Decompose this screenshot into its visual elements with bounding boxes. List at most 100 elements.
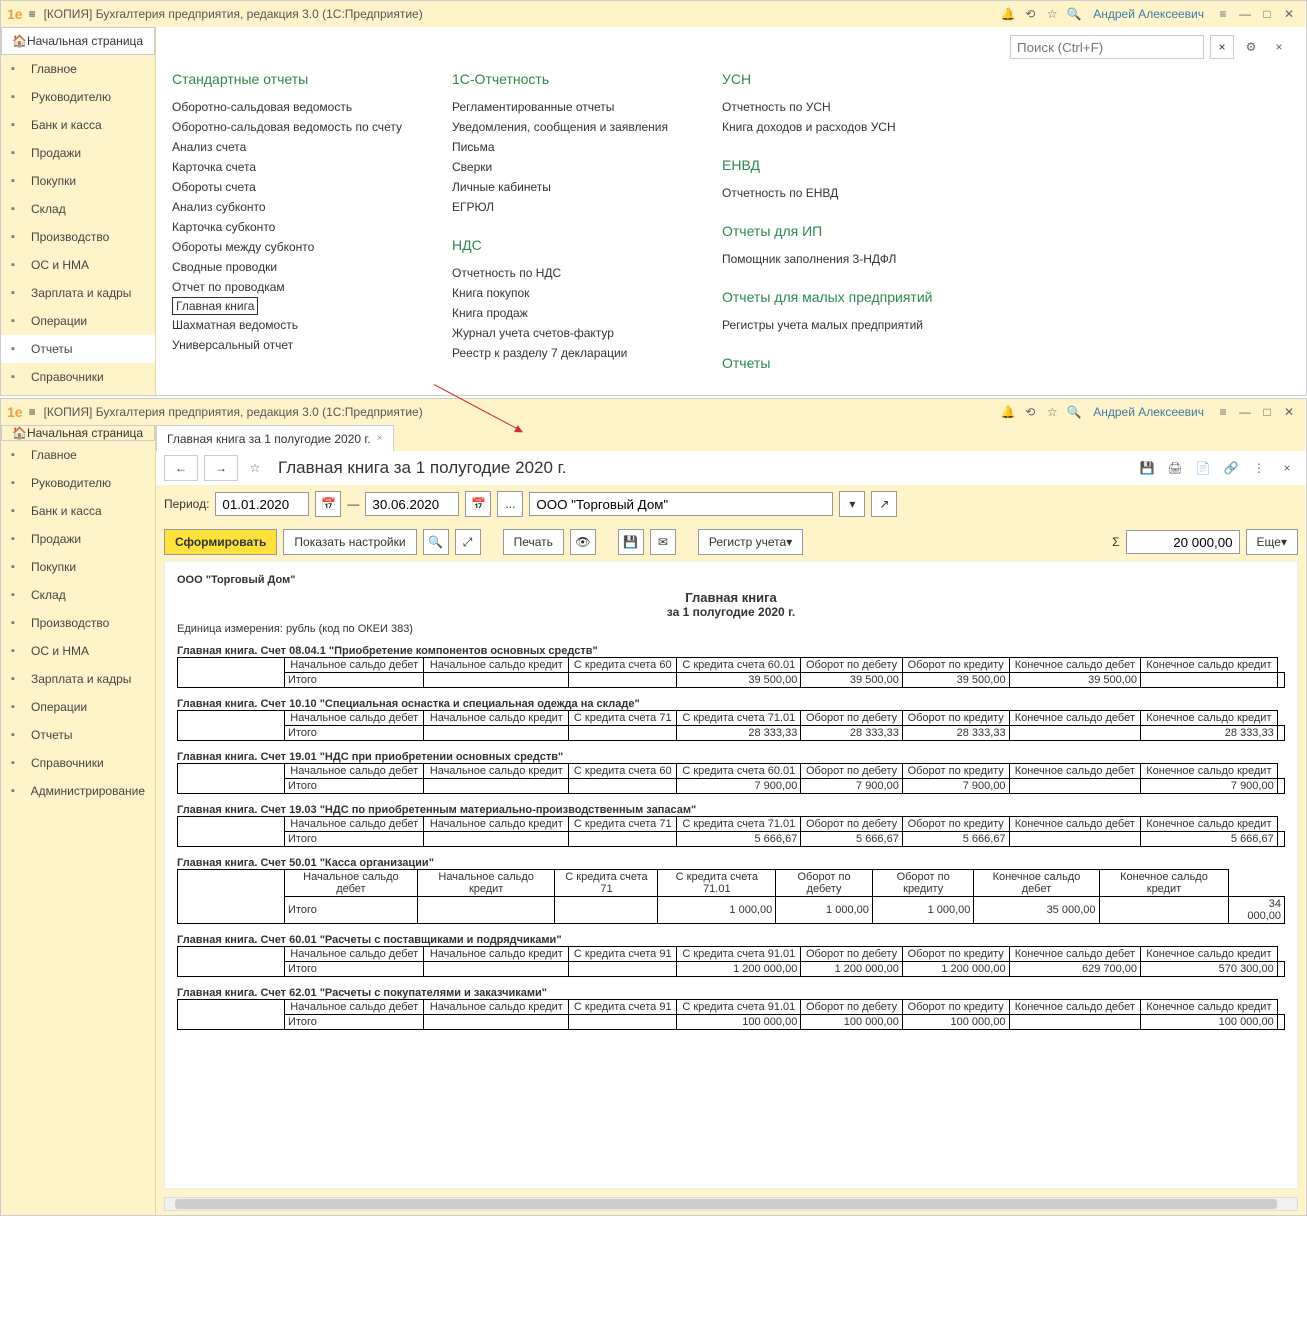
nav-item-8[interactable]: ▪Зарплата и кадры [1, 279, 155, 307]
print-button[interactable]: Печать [503, 529, 564, 555]
find-button[interactable]: 🔍 [423, 529, 449, 555]
close-icon[interactable]: ✕ [1278, 3, 1300, 25]
link[interactable]: Отчетность по ЕНВД [722, 183, 942, 203]
nav-item-10[interactable]: ▪Отчеты [1, 335, 155, 363]
link[interactable]: Отчетность по НДС [452, 263, 672, 283]
nav-item-6[interactable]: ▪Производство [1, 609, 155, 637]
nav-item-7[interactable]: ▪ОС и НМА [1, 637, 155, 665]
nav-item-4[interactable]: ▪Покупки [1, 167, 155, 195]
nav-item-5[interactable]: ▪Склад [1, 195, 155, 223]
link[interactable]: Книга покупок [452, 283, 672, 303]
nav-item-11[interactable]: ▪Справочники [1, 749, 155, 777]
nav-item-9[interactable]: ▪Операции [1, 307, 155, 335]
link[interactable]: Шахматная ведомость [172, 315, 402, 335]
preview-button[interactable]: 👁 [570, 529, 596, 555]
period-select-button[interactable]: ... [497, 491, 523, 517]
nav-item-10[interactable]: ▪Отчеты [1, 721, 155, 749]
user-name-2[interactable]: Андрей Алексеевич [1093, 405, 1204, 419]
nav-item-1[interactable]: ▪Руководителю [1, 83, 155, 111]
link[interactable]: Анализ счета [172, 137, 402, 157]
gear-icon[interactable]: ⚙ [1240, 36, 1262, 58]
close-panel-icon[interactable]: × [1268, 36, 1290, 58]
history-icon[interactable]: ⟲ [1019, 3, 1041, 25]
print-icon[interactable]: 🖨 [1164, 457, 1186, 479]
search-input[interactable] [1010, 35, 1204, 59]
home-tab-2[interactable]: 🏠 Начальная страница [1, 425, 155, 441]
nav-item-7[interactable]: ▪ОС и НМА [1, 251, 155, 279]
date-from-input[interactable] [215, 492, 309, 516]
search-icon-2[interactable]: 🔍 [1063, 401, 1085, 423]
back-button[interactable]: ← [164, 455, 198, 481]
link[interactable]: Отчет по проводкам [172, 277, 402, 297]
nav-item-2[interactable]: ▪Банк и касса [1, 111, 155, 139]
link[interactable]: Личные кабинеты [452, 177, 672, 197]
bell-icon[interactable]: 🔔 [997, 3, 1019, 25]
link[interactable]: Регламентированные отчеты [452, 97, 672, 117]
date-to-picker[interactable]: 📅 [465, 491, 491, 517]
org-open-button[interactable]: ↗ [871, 491, 897, 517]
h-scrollbar[interactable] [164, 1197, 1298, 1211]
tab-report[interactable]: Главная книга за 1 полугодие 2020 г. × [156, 425, 394, 451]
opts-icon-2[interactable]: ≡ [1212, 401, 1234, 423]
minimize-icon-2[interactable]: — [1234, 401, 1256, 423]
link[interactable]: Сверки [452, 157, 672, 177]
nav-item-12[interactable]: ▪Администрирование [1, 777, 155, 805]
nav-item-0[interactable]: ▪Главное [1, 55, 155, 83]
history-icon-2[interactable]: ⟲ [1019, 401, 1041, 423]
link[interactable]: ЕГРЮЛ [452, 197, 672, 217]
link[interactable]: Журнал учета счетов-фактур [452, 323, 672, 343]
link[interactable]: Карточка субконто [172, 217, 402, 237]
opts-icon[interactable]: ≡ [1212, 3, 1234, 25]
org-input[interactable] [529, 492, 833, 516]
link[interactable]: Книга продаж [452, 303, 672, 323]
link[interactable]: Регистры учета малых предприятий [722, 315, 942, 335]
link[interactable]: Книга доходов и расходов УСН [722, 117, 942, 137]
save-icon[interactable]: 💾 [1136, 457, 1158, 479]
register-button[interactable]: Регистр учета ▾ [698, 529, 803, 555]
link[interactable]: Универсальный отчет [172, 335, 402, 355]
form-button[interactable]: Сформировать [164, 529, 277, 555]
save-button[interactable]: 💾 [618, 529, 644, 555]
star-icon-2[interactable]: ☆ [1041, 401, 1063, 423]
link-icon[interactable]: 🔗 [1220, 457, 1242, 479]
nav-item-9[interactable]: ▪Операции [1, 693, 155, 721]
close-report-icon[interactable]: × [1276, 457, 1298, 479]
close-icon-2[interactable]: ✕ [1278, 401, 1300, 423]
bell-icon-2[interactable]: 🔔 [997, 401, 1019, 423]
star-icon[interactable]: ☆ [1041, 3, 1063, 25]
nav-item-2[interactable]: ▪Банк и касса [1, 497, 155, 525]
amount-input[interactable] [1126, 530, 1240, 554]
fav-icon[interactable]: ☆ [244, 457, 266, 479]
nav-item-5[interactable]: ▪Склад [1, 581, 155, 609]
link[interactable]: Отчетность по УСН [722, 97, 942, 117]
link[interactable]: Карточка счета [172, 157, 402, 177]
nav-item-6[interactable]: ▪Производство [1, 223, 155, 251]
tab-close-icon[interactable]: × [377, 433, 383, 444]
link[interactable]: Обороты между субконто [172, 237, 402, 257]
home-tab[interactable]: 🏠 Начальная страница [1, 27, 155, 55]
link[interactable]: Письма [452, 137, 672, 157]
settings-button[interactable]: Показать настройки [283, 529, 416, 555]
maximize-icon-2[interactable]: □ [1256, 401, 1278, 423]
expand-button[interactable]: ⤢ [455, 529, 481, 555]
doc-icon[interactable]: 📄 [1192, 457, 1214, 479]
date-to-input[interactable] [365, 492, 459, 516]
nav-item-8[interactable]: ▪Зарплата и кадры [1, 665, 155, 693]
menu-icon-2[interactable]: ≡ [29, 405, 36, 419]
user-name[interactable]: Андрей Алексеевич [1093, 7, 1204, 21]
search-icon[interactable]: 🔍 [1063, 3, 1085, 25]
org-dropdown[interactable]: ▾ [839, 491, 865, 517]
maximize-icon[interactable]: □ [1256, 3, 1278, 25]
link[interactable]: Уведомления, сообщения и заявления [452, 117, 672, 137]
link[interactable]: Анализ субконто [172, 197, 402, 217]
clear-search-button[interactable]: × [1210, 35, 1234, 59]
more-icon[interactable]: ⋮ [1248, 457, 1270, 479]
link[interactable]: Оборотно-сальдовая ведомость по счету [172, 117, 402, 137]
minimize-icon[interactable]: — [1234, 3, 1256, 25]
more-button[interactable]: Еще ▾ [1246, 529, 1298, 555]
nav-item-3[interactable]: ▪Продажи [1, 139, 155, 167]
link[interactable]: Сводные проводки [172, 257, 402, 277]
nav-item-0[interactable]: ▪Главное [1, 441, 155, 469]
date-from-picker[interactable]: 📅 [315, 491, 341, 517]
link[interactable]: Реестр к разделу 7 декларации [452, 343, 672, 363]
